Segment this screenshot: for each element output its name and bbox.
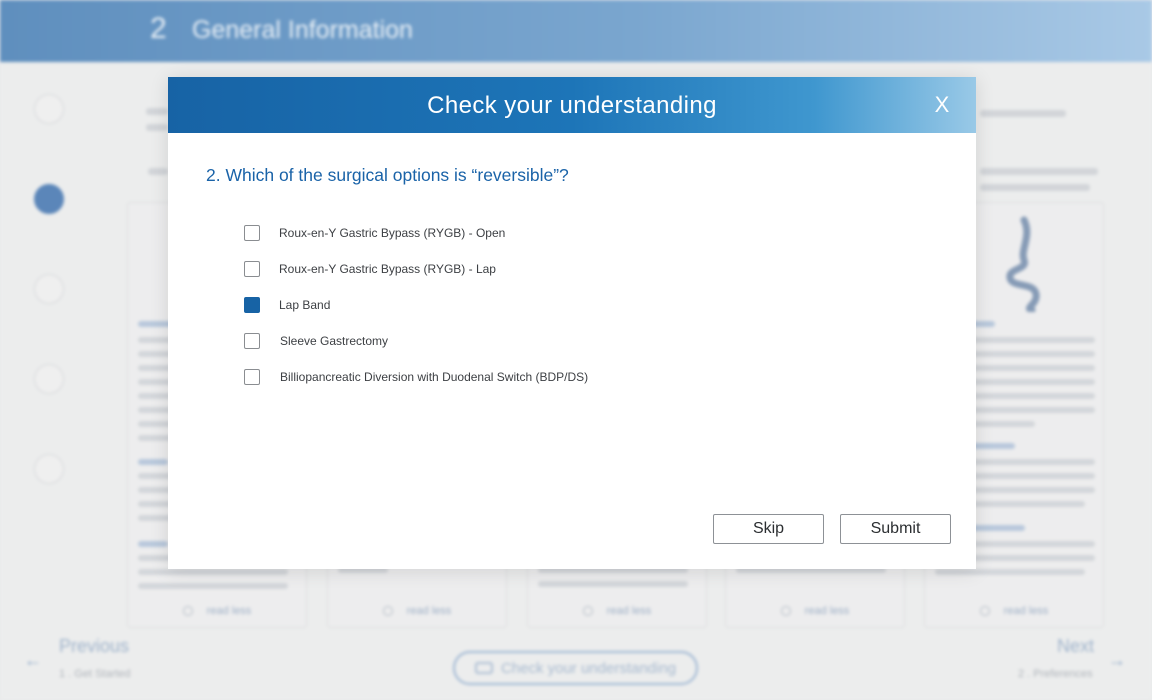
answer-option-sleeve-gastrectomy[interactable]: Sleeve Gastrectomy	[244, 331, 744, 351]
modal-header: Check your understanding X	[168, 77, 976, 133]
modal-title: Check your understanding	[427, 92, 717, 119]
section-number: 2	[150, 12, 167, 45]
blurred-text-line	[980, 110, 1066, 117]
blurred-text-line	[146, 124, 168, 131]
page-header: 2 General Information	[0, 0, 1152, 62]
option-label: Billiopancreatic Diversion with Duodenal…	[280, 370, 589, 384]
answer-option-bpd-ds[interactable]: Billiopancreatic Diversion with Duodenal…	[244, 367, 744, 387]
option-label: Lap Band	[279, 298, 331, 312]
checkbox[interactable]	[244, 333, 260, 349]
option-label: Sleeve Gastrectomy	[280, 334, 389, 348]
checkbox-checked[interactable]	[244, 297, 260, 313]
step-indicator-3[interactable]	[34, 274, 64, 304]
blurred-text-line	[980, 168, 1098, 175]
collapse-icon	[780, 606, 791, 617]
answer-option-lap-band[interactable]: Lap Band	[244, 295, 744, 315]
blurred-text-line	[146, 108, 168, 115]
step-indicator-1[interactable]	[34, 94, 64, 124]
previous-arrow-icon[interactable]: ←	[24, 650, 42, 671]
answer-option-rygb-open[interactable]: Roux-en-Y Gastric Bypass (RYGB) - Open	[244, 223, 744, 243]
stomach-illustration	[1006, 216, 1040, 312]
collapse-icon	[979, 606, 990, 617]
read-less-link[interactable]: read less	[925, 605, 1103, 617]
skip-button[interactable]: Skip	[713, 514, 824, 544]
read-less-link[interactable]: read less	[328, 605, 506, 617]
previous-step-label: 1 . Get Started	[59, 668, 131, 680]
collapse-icon	[382, 606, 393, 617]
option-label: Roux-en-Y Gastric Bypass (RYGB) - Open	[279, 226, 506, 240]
read-less-link[interactable]: read less	[528, 605, 706, 617]
answer-option-rygb-lap[interactable]: Roux-en-Y Gastric Bypass (RYGB) - Lap	[244, 259, 744, 279]
next-step-label: 2 . Preferences	[1018, 668, 1093, 680]
read-less-link[interactable]: read less	[726, 605, 904, 617]
quiz-modal: Check your understanding X 2. Which of t…	[168, 77, 976, 569]
next-arrow-icon[interactable]: →	[1108, 650, 1126, 671]
submit-button[interactable]: Submit	[840, 514, 951, 544]
read-less-link[interactable]: read less	[128, 605, 306, 617]
next-link[interactable]: Next	[1057, 636, 1094, 657]
close-button[interactable]: X	[928, 90, 956, 120]
blurred-text-line	[148, 168, 168, 175]
collapse-icon	[182, 606, 193, 617]
checkbox[interactable]	[244, 369, 260, 385]
step-indicator-2[interactable]	[34, 184, 64, 214]
question-text: 2. Which of the surgical options is “rev…	[206, 165, 569, 185]
previous-link[interactable]: Previous	[59, 636, 129, 657]
checkbox[interactable]	[244, 261, 260, 277]
collapse-icon	[582, 606, 593, 617]
step-indicator-4[interactable]	[34, 364, 64, 394]
checkbox[interactable]	[244, 225, 260, 241]
option-label: Roux-en-Y Gastric Bypass (RYGB) - Lap	[279, 262, 496, 276]
graduation-cap-icon	[474, 662, 493, 674]
step-indicator-5[interactable]	[34, 454, 64, 484]
section-title: General Information	[192, 16, 413, 44]
blurred-text-line	[980, 184, 1090, 191]
check-understanding-button[interactable]: Check your understanding	[453, 651, 698, 685]
